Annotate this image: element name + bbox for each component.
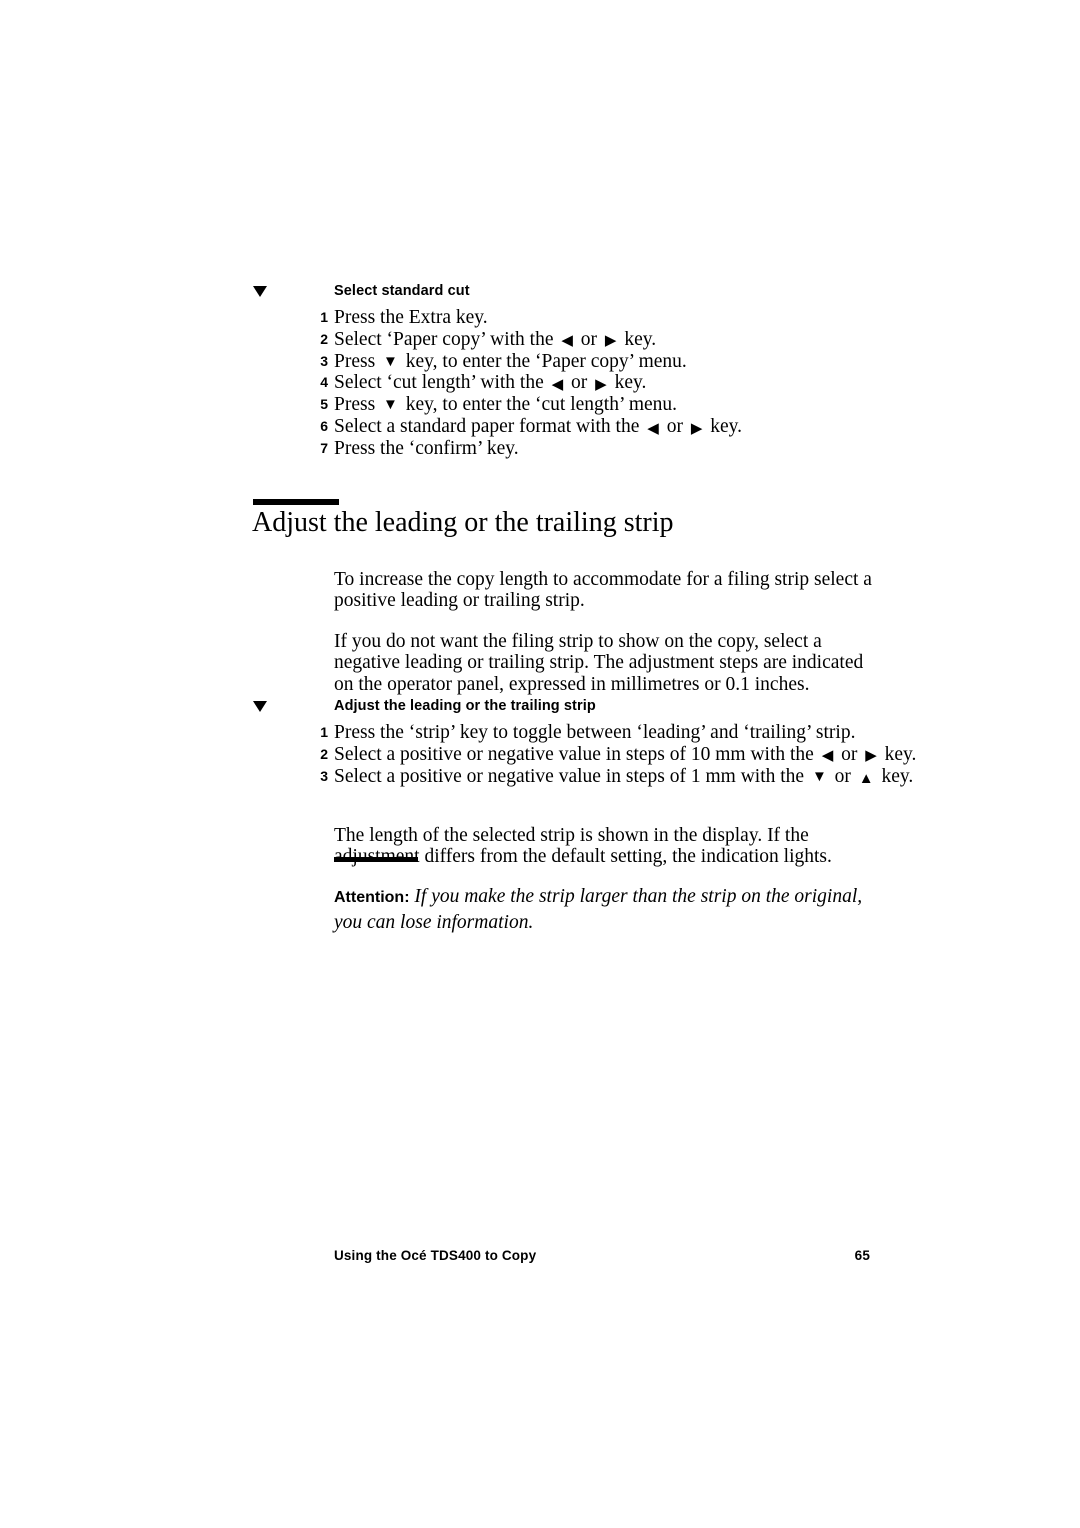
step-text-fragment: key.	[705, 415, 742, 437]
procedure-1-title: Select standard cut	[334, 283, 470, 299]
step-text-fragment: key.	[879, 743, 917, 765]
step-text: Press the ‘confirm’ key.	[334, 438, 519, 459]
procedure-step: 3 Select a positive or negative value in …	[0, 766, 1080, 788]
step-number: 2	[320, 330, 328, 347]
left-arrow-key-icon: ◀	[561, 333, 573, 350]
step-text: Select a positive or negative value in s…	[334, 766, 913, 787]
procedure-step: 3 Press ▼ key, to enter the ‘Paper copy’ …	[0, 351, 1080, 373]
procedure-step: 2 Select a positive or negative value in …	[0, 744, 1080, 766]
procedure-step: 6 Select a standard paper format with the…	[0, 416, 1080, 438]
right-arrow-key-icon: ▶	[604, 333, 617, 350]
step-text: Press ▼ key, to enter the ‘Paper copy’ m…	[334, 351, 687, 372]
step-text-fragment: or	[661, 415, 688, 437]
right-arrow-key-icon: ▶	[865, 748, 877, 765]
step-text-fragment: or	[829, 765, 856, 787]
procedure-1-header: Select standard cut	[0, 283, 1080, 307]
procedure-2-title: Adjust the leading or the trailing strip	[334, 698, 596, 714]
step-text-fragment: or	[566, 372, 593, 394]
procedure-2-header: Adjust the leading or the trailing strip	[0, 698, 1080, 722]
chapter-heading-rule	[253, 499, 339, 505]
procedure-block-adjust-strip: Adjust the leading or the trailing strip…	[0, 698, 1080, 787]
step-text-fragment: Press	[334, 350, 381, 372]
step-text-fragment: Press the ‘strip’ key to toggle between …	[334, 722, 856, 743]
step-number: 1	[320, 309, 328, 325]
down-arrow-key-icon: ▼	[383, 397, 398, 414]
step-text-fragment: or	[836, 743, 863, 765]
step-number: 1	[320, 724, 328, 740]
step-number: 4	[320, 374, 328, 391]
attention-label: Attention:	[334, 888, 410, 906]
down-triangle-marker-icon	[253, 286, 267, 297]
step-text-fragment: Press the ‘confirm’ key.	[334, 437, 519, 459]
step-text: Press ▼ key, to enter the ‘cut length’ m…	[334, 394, 677, 415]
document-page: Select standard cut 1 Press the Extra key…	[0, 0, 1080, 1528]
procedure-step: 4 Select ‘cut length’ with the ◀ or ▶ key…	[0, 372, 1080, 394]
step-text-fragment: key.	[619, 328, 657, 350]
procedure-step: 2 Select ‘Paper copy’ with the ◀ or ▶ key…	[0, 329, 1080, 351]
procedure-step: 1 Press the ‘strip’ key to toggle between…	[0, 722, 1080, 744]
down-arrow-key-icon: ▼	[383, 353, 398, 370]
step-text: Select ‘cut length’ with the ◀ or ▶ key.	[334, 372, 646, 393]
chapter-heading-title: Adjust the leading or the trailing strip	[252, 507, 674, 538]
step-number: 7	[320, 439, 328, 456]
step-number: 5	[320, 396, 328, 413]
step-text-fragment: Select ‘cut length’ with the	[334, 372, 549, 394]
procedure-block-select-standard-cut: Select standard cut 1 Press the Extra key…	[0, 283, 1080, 460]
step-text: Select a positive or negative value in s…	[334, 744, 916, 765]
step-number: 6	[320, 417, 328, 434]
intro-paragraph-1: To increase the copy length to accommoda…	[334, 568, 872, 612]
step-text-fragment: key, to enter the ‘Paper copy’ menu.	[400, 350, 687, 372]
step-text: Press the ‘strip’ key to toggle between …	[334, 722, 855, 743]
step-text-fragment: key.	[876, 765, 914, 787]
step-text-fragment: key.	[609, 372, 647, 394]
step-text-fragment: Select ‘Paper copy’ with the	[334, 328, 559, 350]
left-arrow-key-icon: ◀	[821, 748, 834, 765]
up-arrow-key-icon: ▲	[858, 771, 874, 788]
step-text-fragment: Select a standard paper format with the	[334, 415, 645, 437]
step-number: 3	[320, 767, 328, 784]
page-footer: Using the Océ TDS400 to Copy 65	[334, 1248, 870, 1263]
attention-note: Attention: If you make the strip larger …	[334, 884, 879, 935]
step-text: Select a standard paper format with the …	[334, 416, 742, 437]
procedure-step: 7 Press the ‘confirm’ key.	[0, 438, 1080, 460]
step-text-fragment: Select a positive or negative value in s…	[334, 743, 819, 765]
footer-title: Using the Océ TDS400 to Copy	[334, 1248, 537, 1263]
right-arrow-key-icon: ▶	[595, 376, 607, 393]
step-number: 3	[320, 352, 328, 369]
footer-page-number: 65	[854, 1248, 870, 1263]
down-triangle-marker-icon	[253, 701, 267, 712]
procedure-1-steps: 1 Press the Extra key. 2 Select ‘Paper copy…	[0, 307, 1080, 460]
step-text-fragment: Select a positive or negative value in s…	[334, 765, 809, 787]
down-arrow-key-icon: ▼	[811, 768, 827, 785]
intro-paragraph-2: If you do not want the filing strip to s…	[334, 630, 864, 696]
step-number: 2	[320, 745, 328, 762]
attention-text: If you make the strip larger than the st…	[334, 885, 863, 933]
attention-rule	[334, 857, 418, 862]
procedure-step: 1 Press the Extra key.	[0, 307, 1080, 329]
step-text: Press the Extra key.	[334, 307, 488, 328]
procedure-2-steps: 1 Press the ‘strip’ key to toggle between…	[0, 722, 1080, 787]
step-text-fragment: Press	[334, 394, 381, 416]
step-text: Select ‘Paper copy’ with the ◀ or ▶ key.	[334, 329, 656, 350]
step-text-fragment: Press the Extra key.	[334, 307, 488, 328]
left-arrow-key-icon: ◀	[647, 420, 659, 437]
left-arrow-key-icon: ◀	[551, 376, 564, 393]
step-text-fragment: key, to enter the ‘cut length’ menu.	[400, 394, 678, 416]
right-arrow-key-icon: ▶	[690, 420, 703, 437]
procedure-step: 5 Press ▼ key, to enter the ‘cut length’ …	[0, 394, 1080, 416]
step-text-fragment: or	[575, 328, 602, 350]
